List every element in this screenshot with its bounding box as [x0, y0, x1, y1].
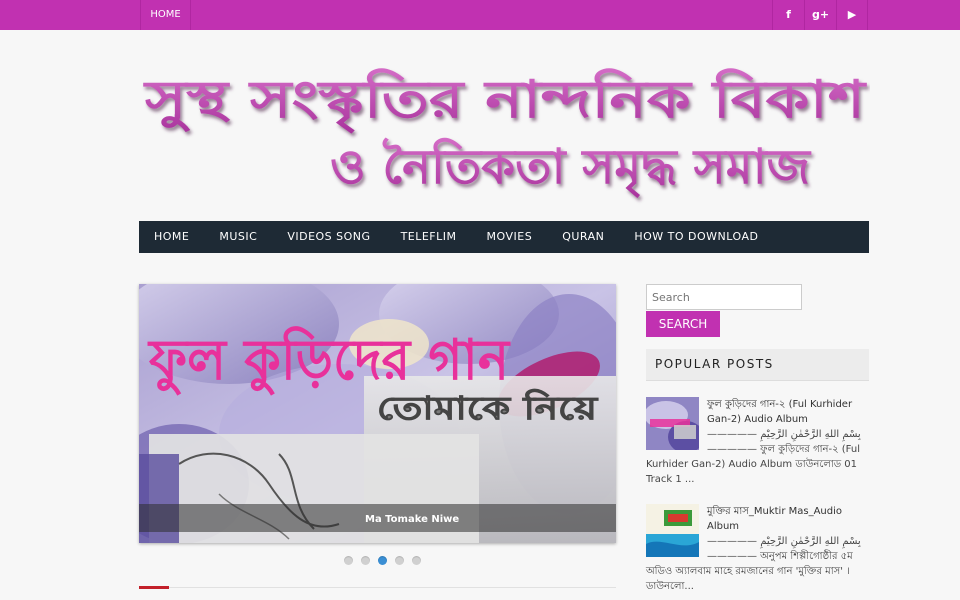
- slider-dot-1[interactable]: [344, 556, 353, 565]
- post-thumbnail[interactable]: [646, 504, 699, 557]
- nav-item-movies[interactable]: MOVIES: [472, 221, 548, 253]
- slider-dot-5[interactable]: [412, 556, 421, 565]
- nav-item-music[interactable]: MUSIC: [204, 221, 272, 253]
- slide-subtitle-text: তোমাকে নিয়ে: [377, 388, 598, 427]
- search-input[interactable]: [646, 284, 802, 310]
- nav-item-quran[interactable]: QURAN: [547, 221, 619, 253]
- nav-item-teleflim[interactable]: TELEFLIM: [386, 221, 472, 253]
- section-divider: [169, 587, 616, 588]
- slider-pagination: [344, 556, 421, 565]
- section-accent-line: [139, 586, 169, 589]
- main-nav: HOME MUSIC VIDEOS SONG TELEFLIM MOVIES Q…: [139, 221, 869, 253]
- top-home-link[interactable]: HOME: [140, 0, 191, 30]
- slide-caption: Ma Tomake Niwe: [365, 514, 459, 525]
- popular-posts-header: POPULAR POSTS: [646, 349, 869, 381]
- banner-line-2: ও নৈতিকতা সমৃদ্ধ সমাজ: [330, 138, 812, 199]
- youtube-icon[interactable]: ▶: [836, 0, 868, 30]
- slide-title-text: ফুল কুড়িদের গান: [147, 326, 511, 396]
- popular-post-item[interactable]: মুক্তির মাস_Muktir Mas_Audio Album —————…: [646, 504, 869, 594]
- banner-line-1: সুস্থ সংস্কৃতির নান্দনিক বিকাশ: [143, 68, 868, 134]
- site-header-banner[interactable]: সুস্থ সংস্কৃতির নান্দনিক বিকাশ ও নৈতিকতা…: [140, 55, 870, 215]
- nav-item-home[interactable]: HOME: [139, 221, 204, 253]
- facebook-icon[interactable]: f: [772, 0, 804, 30]
- search-button[interactable]: SEARCH: [646, 311, 720, 337]
- popular-post-item[interactable]: ফুল কুড়িদের গান-২ (Ful Kurhider Gan-2) …: [646, 397, 869, 487]
- nav-item-videos-song[interactable]: VIDEOS SONG: [272, 221, 385, 253]
- top-bar: HOME f g+ ▶: [0, 0, 960, 30]
- slider-dot-3[interactable]: [378, 556, 387, 565]
- slider-dot-2[interactable]: [361, 556, 370, 565]
- slide-image: ফুল কুড়িদের গান তোমাকে নিয়ে Ma Tomake …: [139, 284, 616, 543]
- post-thumbnail[interactable]: [646, 397, 699, 450]
- slider-dot-4[interactable]: [395, 556, 404, 565]
- social-links: f g+ ▶: [772, 0, 868, 30]
- popular-posts-title: POPULAR POSTS: [655, 357, 774, 371]
- google-plus-icon[interactable]: g+: [804, 0, 836, 30]
- nav-item-how-to-download[interactable]: HOW TO DOWNLOAD: [619, 221, 773, 253]
- featured-slider[interactable]: ফুল কুড়িদের গান তোমাকে নিয়ে Ma Tomake …: [139, 284, 616, 543]
